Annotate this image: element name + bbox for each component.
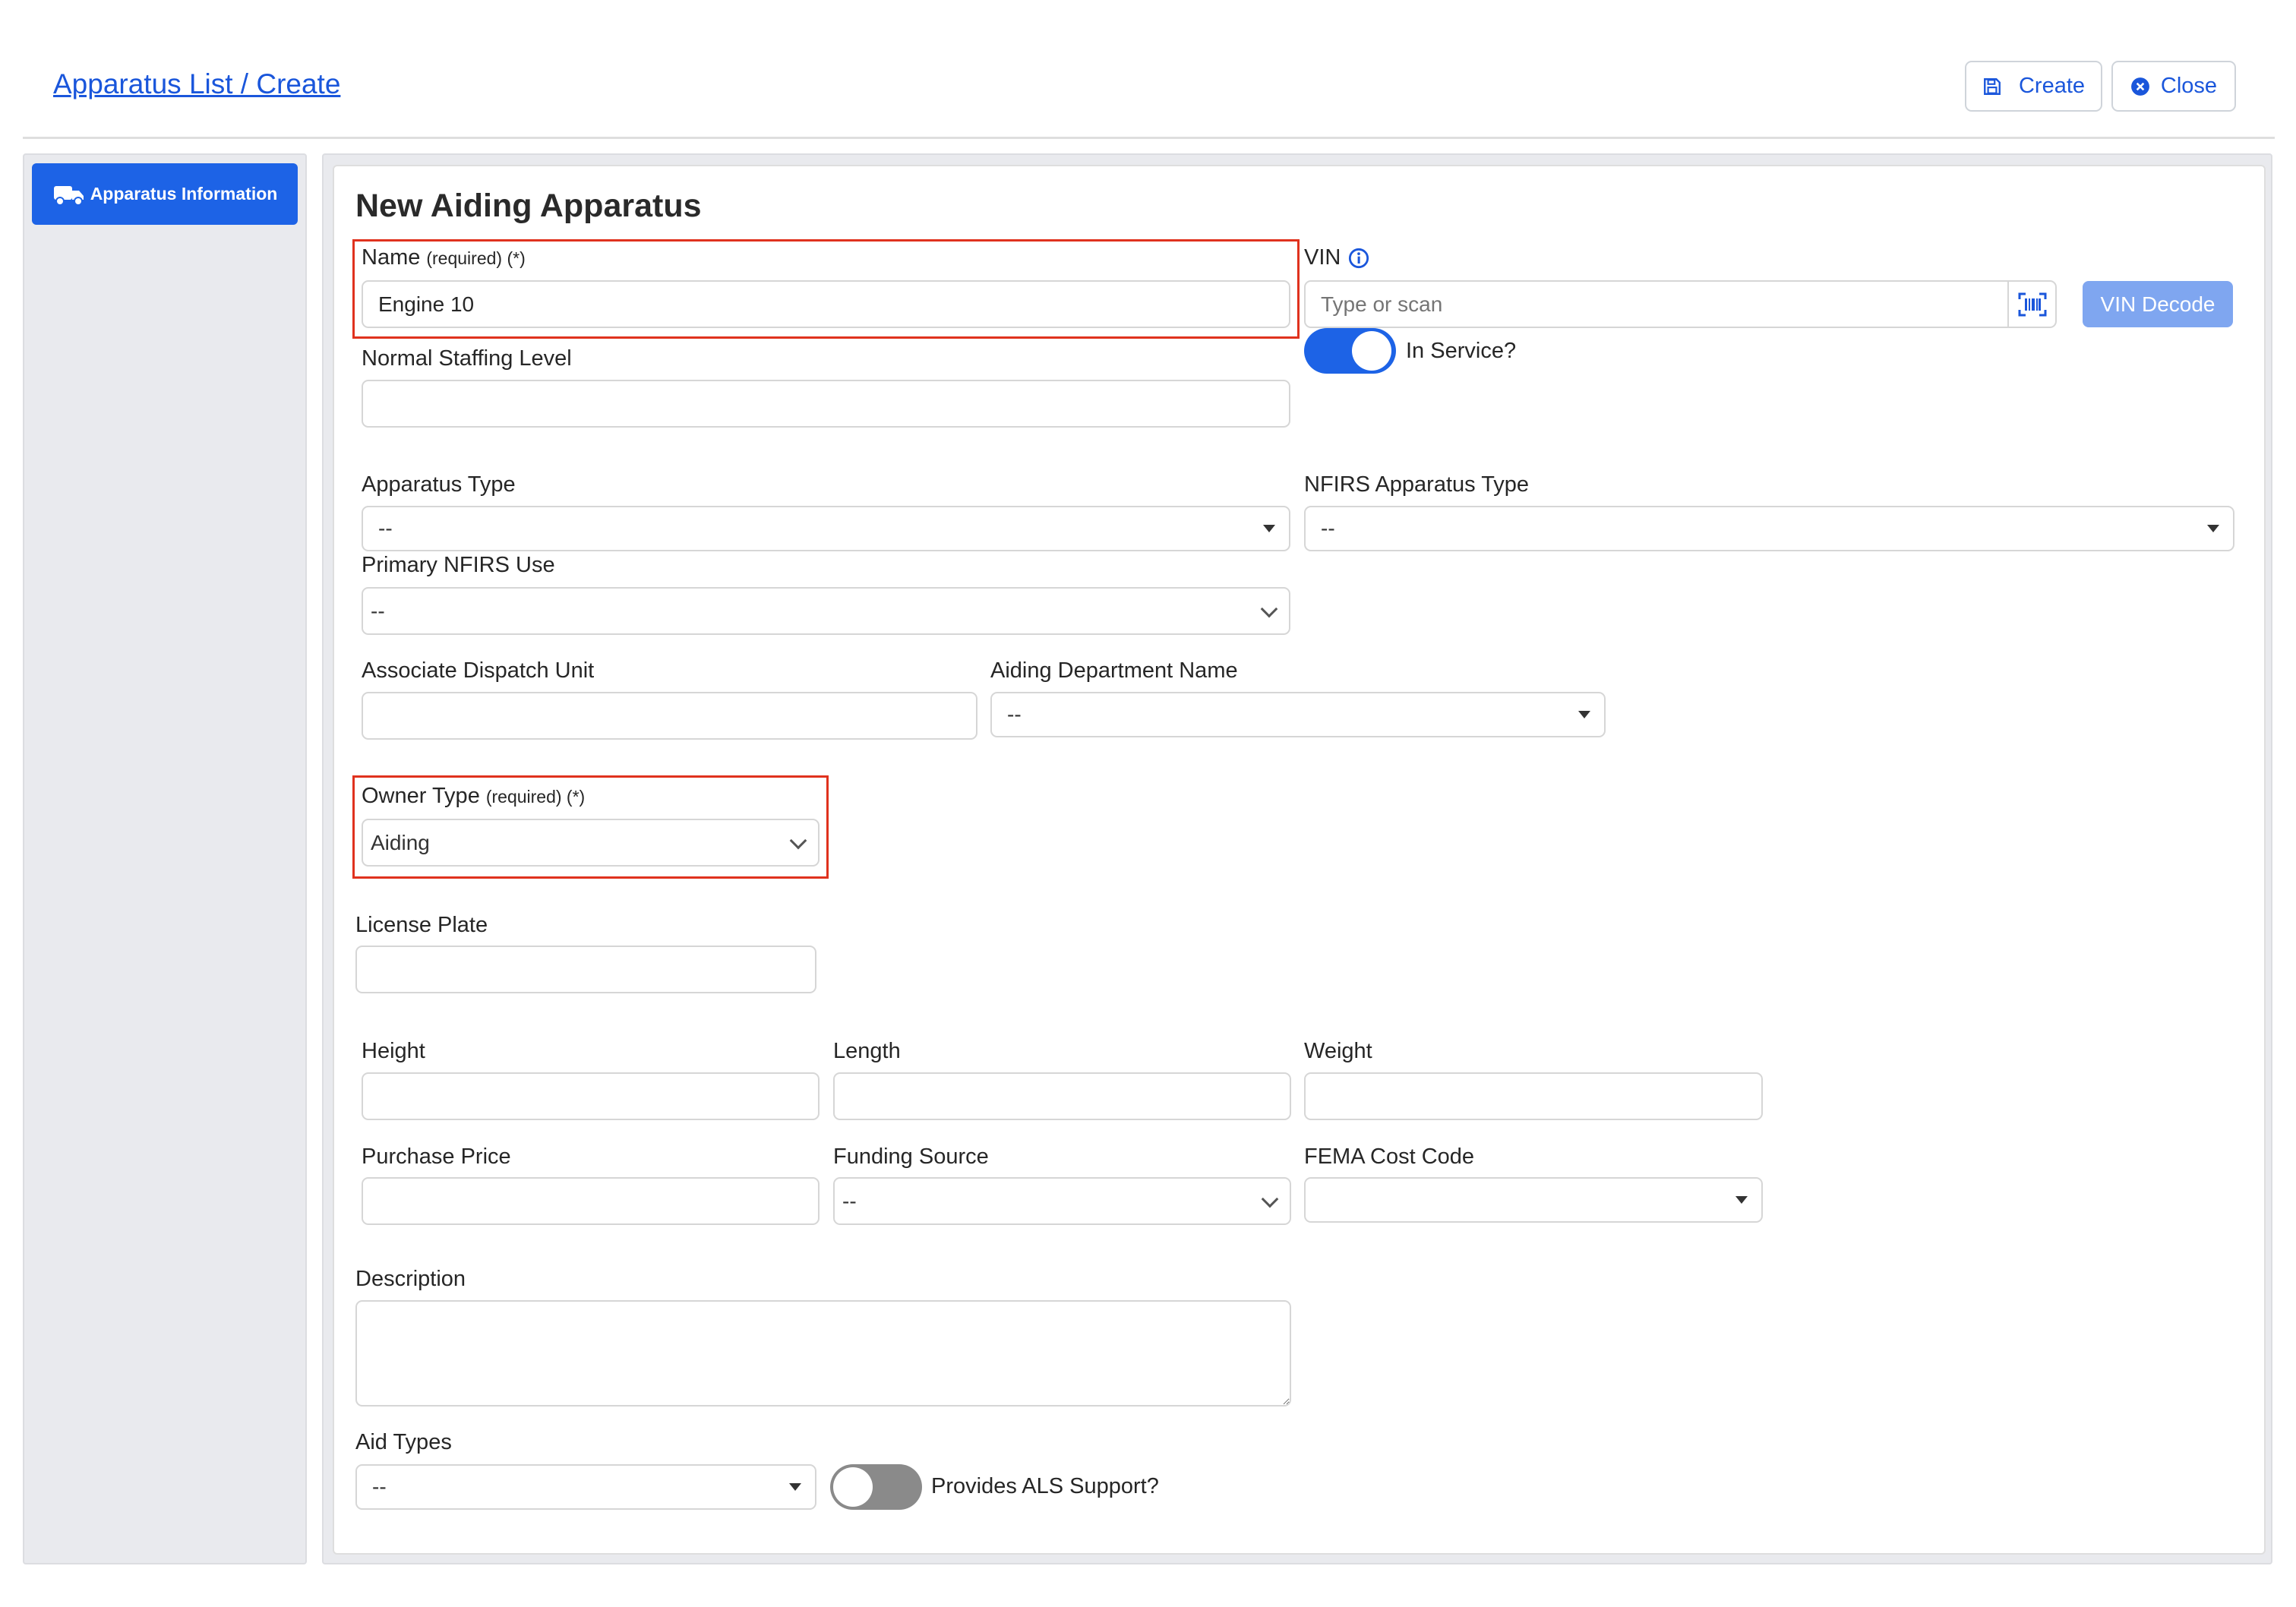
close-button[interactable]: Close xyxy=(2111,61,2236,112)
funding-source-label: Funding Source xyxy=(833,1144,989,1169)
normal-staffing-input[interactable] xyxy=(362,380,1290,428)
vin-decode-label: VIN Decode xyxy=(2100,292,2215,316)
close-button-label: Close xyxy=(2160,74,2218,98)
sidebar-item-apparatus-information[interactable]: Apparatus Information xyxy=(32,163,298,225)
chevron-down-icon xyxy=(1260,600,1278,617)
in-service-label: In Service? xyxy=(1406,339,1517,363)
chevron-down-icon xyxy=(1261,1190,1279,1208)
owner-type-select[interactable]: Aiding xyxy=(362,819,820,867)
create-button-label: Create xyxy=(2018,74,2086,98)
height-label: Height xyxy=(362,1039,425,1063)
length-label: Length xyxy=(833,1039,901,1063)
create-button[interactable]: Create xyxy=(1965,61,2102,112)
associate-dispatch-unit-input[interactable] xyxy=(362,692,977,740)
form-title: New Aiding Apparatus xyxy=(355,188,702,224)
aiding-department-name-select[interactable]: -- xyxy=(990,692,1606,737)
description-label: Description xyxy=(355,1267,466,1291)
chevron-down-icon xyxy=(789,832,807,849)
name-input[interactable] xyxy=(362,280,1290,328)
header-divider xyxy=(23,137,2275,139)
als-support-label: Provides ALS Support? xyxy=(931,1474,1159,1498)
aiding-department-name-label: Aiding Department Name xyxy=(990,658,1238,683)
purchase-price-input[interactable] xyxy=(362,1177,820,1225)
caret-down-icon xyxy=(789,1483,801,1491)
fema-cost-code-label: FEMA Cost Code xyxy=(1304,1144,1475,1169)
license-plate-label: License Plate xyxy=(355,913,488,937)
caret-down-icon xyxy=(2207,525,2219,532)
sidebar-item-label: Apparatus Information xyxy=(90,184,278,204)
weight-label: Weight xyxy=(1304,1039,1372,1063)
purchase-price-label: Purchase Price xyxy=(362,1144,511,1169)
caret-down-icon xyxy=(1735,1196,1748,1204)
length-input[interactable] xyxy=(833,1072,1291,1120)
save-icon xyxy=(1984,77,2001,95)
vin-label: VIN xyxy=(1304,245,1369,270)
caret-down-icon xyxy=(1578,711,1590,718)
vin-decode-button[interactable]: VIN Decode xyxy=(2083,281,2233,327)
toggle-knob xyxy=(833,1467,873,1507)
primary-nfirs-use-select[interactable]: -- xyxy=(362,587,1290,635)
fema-cost-code-select[interactable] xyxy=(1304,1177,1763,1223)
height-input[interactable] xyxy=(362,1072,820,1120)
apparatus-type-select[interactable]: -- xyxy=(362,506,1290,551)
scan-barcode-button[interactable] xyxy=(2007,280,2057,328)
associate-dispatch-unit-label: Associate Dispatch Unit xyxy=(362,658,595,683)
close-circle-icon xyxy=(2131,77,2149,96)
breadcrumb[interactable]: Apparatus List / Create xyxy=(53,68,340,100)
owner-type-label: Owner Type (required) (*) xyxy=(362,784,586,808)
truck-icon xyxy=(53,185,84,206)
weight-input[interactable] xyxy=(1304,1072,1763,1120)
caret-down-icon xyxy=(1263,525,1275,532)
toggle-knob xyxy=(1352,331,1391,371)
page-bottom-area xyxy=(32,1566,2272,1607)
funding-source-select[interactable]: -- xyxy=(833,1177,1291,1225)
info-icon[interactable] xyxy=(1348,248,1369,269)
aid-types-select[interactable]: -- xyxy=(355,1464,816,1510)
license-plate-input[interactable] xyxy=(355,946,816,993)
barcode-scan-icon xyxy=(2018,292,2046,316)
in-service-toggle[interactable] xyxy=(1304,328,1396,374)
nfirs-apparatus-type-label: NFIRS Apparatus Type xyxy=(1304,472,1530,497)
aid-types-label: Aid Types xyxy=(355,1430,452,1454)
name-label: Name (required) (*) xyxy=(362,245,526,270)
normal-staffing-label: Normal Staffing Level xyxy=(362,346,572,371)
vin-input[interactable] xyxy=(1304,280,2009,328)
description-textarea[interactable] xyxy=(355,1300,1291,1407)
als-support-toggle[interactable] xyxy=(830,1464,922,1510)
apparatus-type-label: Apparatus Type xyxy=(362,472,516,497)
primary-nfirs-use-label: Primary NFIRS Use xyxy=(362,553,555,577)
nfirs-apparatus-type-select[interactable]: -- xyxy=(1304,506,2234,551)
sidebar xyxy=(23,153,307,1564)
